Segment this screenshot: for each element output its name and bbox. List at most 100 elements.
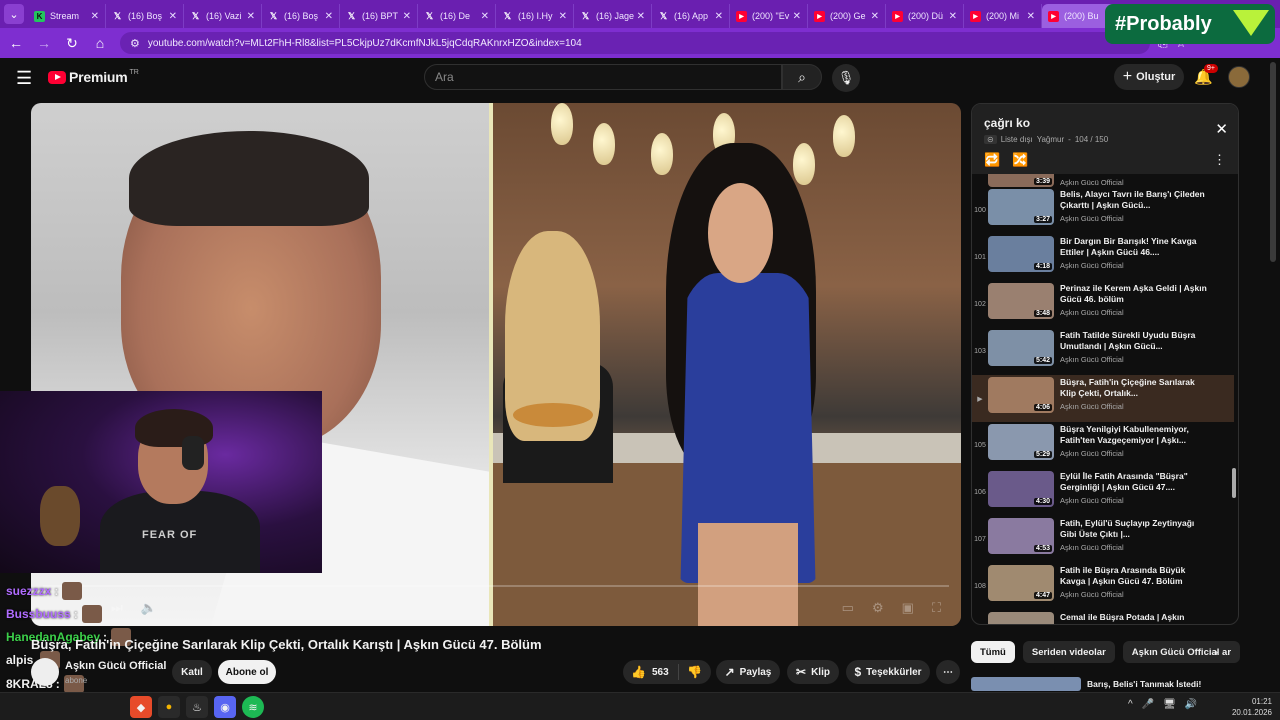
notifications-button[interactable]: 🔔 9+ [1194,64,1218,86]
volume-icon[interactable]: 🔈 [141,600,157,616]
close-tab-icon[interactable]: ✕ [949,11,957,22]
back-icon[interactable]: ← [4,31,28,55]
playlist-item-title[interactable]: Cemal ile Büşra Potada | Aşkın [1060,612,1210,623]
chat-username[interactable]: Bussbuuss [6,607,71,621]
browser-tab[interactable]: ▶ (200) "Ev ✕ [730,4,808,28]
filter-chip[interactable]: Tümü [971,641,1015,663]
playlist-item-title[interactable]: Fatih ile Büşra Arasında Büyük Kavga | A… [1060,565,1210,587]
close-tab-icon[interactable]: ✕ [481,11,489,22]
chrome-icon[interactable]: ● [158,696,180,718]
playlist-thumbnail[interactable]: 4:47 [988,565,1054,601]
voice-search-button[interactable]: 🎙 [832,64,860,92]
app-icon[interactable]: ◆ [130,696,152,718]
recommended-thumbnail[interactable] [971,677,1081,691]
playlist-item-title[interactable]: Eylül İle Fatih Arasında "Büşra" Gerginl… [1060,471,1210,493]
playlist-thumbnail[interactable]: 4:30 [988,471,1054,507]
playlist-item-title[interactable]: Belis, Alaycı Tavrı ile Barış'ı Çileden … [1060,189,1210,211]
browser-tab[interactable]: 𝕏 (16) Boş ✕ [262,4,340,28]
playlist-thumbnail[interactable]: 3:39 [988,174,1054,187]
playlist-item-title[interactable]: Fatih Tatilde Sürekli Uyudu Büşra Umutla… [1060,330,1210,352]
playlist-thumbnail[interactable]: 3:27 [988,189,1054,225]
youtube-premium-logo[interactable]: Premium TR [48,69,139,85]
search-button[interactable]: ⌕ [782,64,822,90]
next-video-icon[interactable]: ⏭ [111,600,123,616]
close-tab-icon[interactable]: ✕ [637,11,645,22]
browser-tab[interactable]: K Stream ✕ [28,4,106,28]
tray-chevron-icon[interactable]: ^ [1128,699,1133,710]
join-button[interactable]: Katıl [172,660,212,684]
close-tab-icon[interactable]: ✕ [559,11,567,22]
share-button[interactable]: ↗ Paylaş [716,660,780,684]
playlist-item-title[interactable]: Perinaz ile Kerem Aşka Geldi | Aşkın Güc… [1060,283,1210,305]
clip-button[interactable]: ✂ Klip [787,660,839,684]
playlist-thumbnail[interactable]: 5:42 [988,330,1054,366]
site-info-icon[interactable]: ⚙ [130,37,140,50]
page-scrollbar[interactable] [1270,62,1276,262]
url-field[interactable]: ⚙ youtube.com/watch?v=MLt2FhH-Rl8&list=P… [120,32,1150,54]
filter-chip[interactable]: Aşkın Gücü Official ar [1122,641,1241,663]
playlist-item[interactable]: 107 4:53 Fatih, Eylül'ü Suçlayıp Zeytinyağ… [972,516,1234,563]
subtitles-icon[interactable]: ▭ [842,600,854,616]
close-tab-icon[interactable]: ✕ [871,11,879,22]
playlist-item[interactable]: 105 5:29 Büşra Yenilgiyi Kabullenemiyor, F… [972,422,1234,469]
search-input[interactable]: Ara [424,64,782,90]
browser-tab[interactable]: 𝕏 (16) BPT ✕ [340,4,418,28]
playlist-thumbnail[interactable]: 3:48 [988,283,1054,319]
playlist-scroll-thumb[interactable] [1232,468,1236,498]
loop-icon[interactable]: 🔁 [984,152,1000,168]
playlist-item-title[interactable]: Büşra, Fatih'in Çiçeğine Sarılarak Klip … [1060,377,1210,399]
fullscreen-icon[interactable]: ⛶ [932,600,941,616]
browser-tab[interactable]: ▶ (200) Ge ✕ [808,4,886,28]
browser-tab[interactable]: 𝕏 (16) Vazi ✕ [184,4,262,28]
steam-icon[interactable]: ♨ [186,696,208,718]
close-tab-icon[interactable]: ✕ [793,11,801,22]
video-progress-bar[interactable] [43,585,949,587]
account-avatar[interactable] [1228,66,1250,88]
playlist-item[interactable]: 106 4:30 Eylül İle Fatih Arasında "Büşra" … [972,469,1234,516]
menu-icon[interactable]: ☰ [16,68,32,89]
channel-name[interactable]: Aşkın Gücü Official [65,660,166,672]
close-playlist-icon[interactable]: ✕ [1215,120,1228,138]
playlist-item[interactable]: 101 4:18 Bir Dargın Bir Barışık! Yine Kavg… [972,234,1234,281]
tab-search-icon[interactable]: ⌄ [4,4,24,24]
playlist-item[interactable]: 3:39 Aşkın Gücü Official [972,174,1234,187]
discord-icon[interactable]: ◉ [214,696,236,718]
create-button[interactable]: + Oluştur [1114,64,1184,90]
playlist-item[interactable]: ▶ 4:06 Büşra, Fatih'in Çiçeğine Sarılarak … [972,375,1234,422]
browser-tab[interactable]: 𝕏 (16) App ✕ [652,4,730,28]
playlist-owner[interactable]: Yağmur [1037,135,1064,144]
miniplayer-icon[interactable]: ▣ [902,600,914,616]
speaker-icon[interactable]: 🔊 [1185,699,1197,710]
recommended-title[interactable]: Barış, Belis'i Tanımak İstedi! [1087,679,1201,689]
subscribe-button[interactable]: Abone ol [218,660,276,684]
recommended-preview[interactable]: Barış, Belis'i Tanımak İstedi! [971,677,1239,691]
browser-tab[interactable]: 𝕏 (16) De ✕ [418,4,496,28]
playlist-thumbnail[interactable]: 4:53 [988,518,1054,554]
playlist-thumbnail[interactable]: 5:29 [988,424,1054,460]
chat-username[interactable]: alpis [6,653,33,667]
channel-avatar[interactable] [31,658,59,686]
close-tab-icon[interactable]: ✕ [325,11,333,22]
playlist-thumbnail[interactable]: 4:18 [988,236,1054,272]
browser-tab[interactable]: ▶ (200) Dü ✕ [886,4,964,28]
playlist-item[interactable]: 103 5:42 Fatih Tatilde Sürekli Uyudu Büşra… [972,328,1234,375]
reload-icon[interactable]: ↻ [60,31,84,55]
playlist-item[interactable]: Cemal ile Büşra Potada | Aşkın [972,610,1234,624]
playlist-thumbnail[interactable]: 4:06 [988,377,1054,413]
playlist-thumbnail[interactable] [988,612,1054,624]
playlist-more-icon[interactable]: ⋮ [1213,152,1226,168]
tray-mic-icon[interactable]: 🎤 [1142,699,1154,710]
chat-username[interactable]: suezzzx [6,584,51,598]
spotify-icon[interactable]: ≋ [242,696,264,718]
shuffle-icon[interactable]: 🔀 [1012,152,1028,168]
close-tab-icon[interactable]: ✕ [403,11,411,22]
close-tab-icon[interactable]: ✕ [247,11,255,22]
browser-tab[interactable]: 𝕏 (16) Boş ✕ [106,4,184,28]
playlist-item-title[interactable]: Büşra Yenilgiyi Kabullenemiyor, Fatih'te… [1060,424,1210,446]
close-tab-icon[interactable]: ✕ [91,11,99,22]
close-tab-icon[interactable]: ✕ [715,11,723,22]
more-actions-button[interactable]: ⋯ [936,660,960,684]
settings-icon[interactable]: ⚙ [872,600,884,616]
home-icon[interactable]: ⌂ [88,31,112,55]
like-button[interactable]: 👍 563 [623,664,679,680]
